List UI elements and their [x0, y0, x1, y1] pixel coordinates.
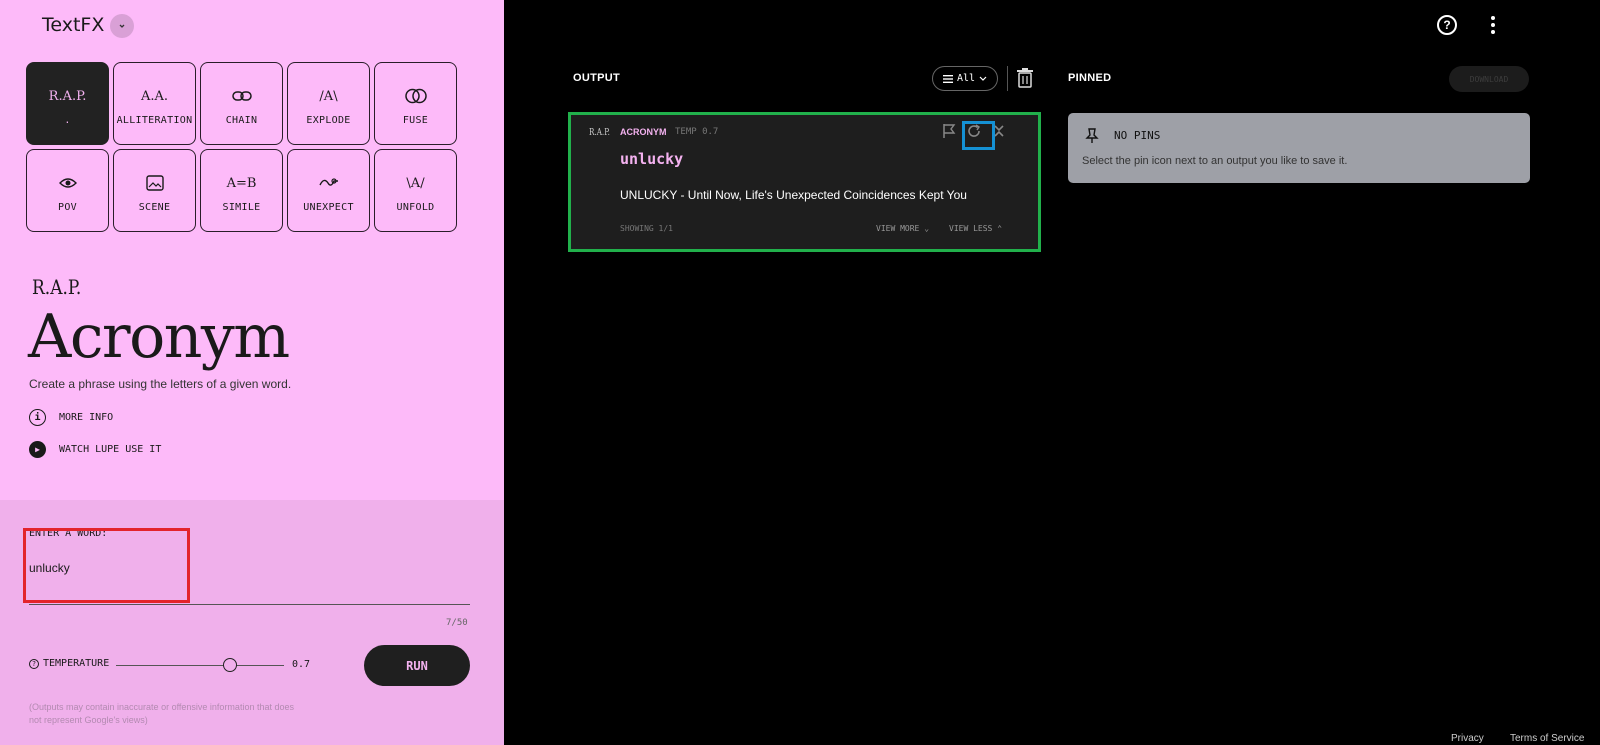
tool-name: Acronym [28, 302, 290, 372]
tool-label: UNEXPECT [303, 202, 354, 213]
filter-label: All [956, 73, 976, 84]
left-panel: TextFX R.A.P. . A.A. ALLITERATION CHAIN … [0, 0, 504, 745]
card-actions [941, 123, 1007, 139]
tool-tile-alliteration[interactable]: A.A. ALLITERATION [113, 62, 196, 145]
disclaimer: (Outputs may contain inaccurate or offen… [29, 702, 294, 725]
refresh-icon[interactable] [966, 123, 982, 139]
tool-label: POV [58, 202, 77, 213]
tool-tile-acronym[interactable]: R.A.P. . [26, 62, 109, 145]
list-icon [942, 74, 953, 83]
no-pins-title: NO PINS [1114, 129, 1161, 142]
output-heading: OUTPUT [573, 72, 621, 84]
chevron-up-icon: ⌃ [997, 224, 1003, 233]
temperature-label-group: ? TEMPERATURE [29, 658, 109, 669]
temperature-slider[interactable] [116, 658, 284, 672]
collapse-icon[interactable] [991, 123, 1007, 139]
tool-label: CHAIN [225, 115, 258, 126]
eye-rotate-icon [58, 168, 78, 198]
card-result-text: UNLUCKY - Until Now, Life's Unexpected C… [620, 188, 967, 202]
chevron-down-icon [119, 24, 125, 28]
no-pins-card: NO PINS Select the pin icon next to an o… [1068, 113, 1530, 183]
view-less-label: VIEW LESS [949, 224, 993, 233]
input-label: ENTER A WORD: [29, 528, 108, 539]
tool-label: ALLITERATION [116, 115, 193, 126]
unfold-icon: \A/ [406, 175, 425, 191]
flag-icon[interactable] [941, 123, 957, 139]
simile-icon: A=B [226, 175, 257, 191]
pinned-heading: PINNED [1068, 72, 1112, 84]
card-input-word: unlucky [620, 150, 684, 168]
output-card: R.A.P. ACRONYM TEMP 0.7 unlucky UNLUCKY … [571, 115, 1038, 249]
tool-tile-fuse[interactable]: FUSE [374, 62, 457, 145]
chevron-down-icon [979, 76, 987, 81]
card-temperature: TEMP 0.7 [675, 127, 719, 137]
view-more-button[interactable]: VIEW MORE ⌄ [876, 224, 929, 233]
help-icon[interactable]: ? [1437, 15, 1457, 35]
tool-tile-unexpect[interactable]: UNEXPECT [287, 149, 370, 232]
toolbar-divider [1007, 66, 1008, 91]
tool-tile-scene[interactable]: SCENE [113, 149, 196, 232]
tool-label: . [64, 115, 71, 126]
run-button[interactable]: RUN [364, 645, 470, 686]
trash-icon[interactable] [1017, 68, 1033, 88]
tool-description: Create a phrase using the letters of a g… [29, 377, 292, 391]
rap-icon: R.A.P. [48, 88, 87, 104]
chevron-down-icon: ⌄ [924, 224, 930, 233]
temperature-label: TEMPERATURE [43, 658, 110, 669]
top-bar-actions: ? [1437, 15, 1503, 35]
info-icon: i [29, 409, 46, 426]
char-counter: 7/50 [446, 618, 468, 628]
slider-handle[interactable] [223, 658, 237, 672]
tool-grid: R.A.P. . A.A. ALLITERATION CHAIN /A\ EXP… [26, 62, 458, 232]
image-icon [145, 168, 164, 198]
more-info-label: MORE INFO [59, 412, 114, 423]
tool-tile-unfold[interactable]: \A/ UNFOLD [374, 149, 457, 232]
tool-label: UNFOLD [396, 202, 435, 213]
output-filter-dropdown[interactable]: All [932, 66, 998, 91]
tool-label: SCENE [138, 202, 171, 213]
terms-link[interactable]: Terms of Service [1510, 733, 1584, 744]
tool-tile-chain[interactable]: CHAIN [200, 62, 283, 145]
tool-tile-explode[interactable]: /A\ EXPLODE [287, 62, 370, 145]
chain-icon [231, 81, 252, 111]
privacy-link[interactable]: Privacy [1451, 733, 1484, 744]
temperature-value: 0.7 [292, 659, 311, 670]
alliteration-icon: A.A. [140, 88, 169, 104]
card-tool-tag: R.A.P. [589, 128, 610, 138]
explode-icon: /A\ [319, 88, 338, 104]
fuse-icon [404, 81, 428, 111]
word-input[interactable]: unlucky [29, 561, 470, 575]
tool-tag: R.A.P. [32, 275, 82, 299]
card-showing-count: SHOWING 1/1 [620, 224, 673, 233]
more-info-link[interactable]: i MORE INFO [29, 409, 113, 426]
tool-tile-pov[interactable]: POV [26, 149, 109, 232]
more-options-icon[interactable] [1483, 15, 1503, 35]
app-root: TextFX R.A.P. . A.A. ALLITERATION CHAIN … [0, 0, 1600, 745]
card-tool-type: ACRONYM [620, 127, 667, 137]
tool-tile-simile[interactable]: A=B SIMILE [200, 149, 283, 232]
app-menu-dropdown-button[interactable] [110, 14, 134, 38]
watch-video-link[interactable]: ▶ WATCH LUPE USE IT [29, 441, 161, 458]
view-more-label: VIEW MORE [876, 224, 920, 233]
tool-label: EXPLODE [306, 115, 351, 126]
unexpect-icon [318, 168, 340, 198]
word-input-field[interactable]: ENTER A WORD: unlucky [29, 528, 470, 605]
view-less-button[interactable]: VIEW LESS ⌃ [949, 224, 1002, 233]
no-pins-description: Select the pin icon next to an output yo… [1082, 155, 1348, 167]
app-title: TextFX [42, 14, 105, 36]
help-icon[interactable]: ? [29, 658, 39, 669]
tool-label: SIMILE [222, 202, 261, 213]
watch-label: WATCH LUPE USE IT [59, 444, 162, 455]
tool-label: FUSE [402, 115, 429, 126]
play-icon: ▶ [29, 441, 46, 458]
pin-icon [1085, 128, 1099, 144]
download-button[interactable]: DOWNLOAD [1449, 66, 1529, 92]
